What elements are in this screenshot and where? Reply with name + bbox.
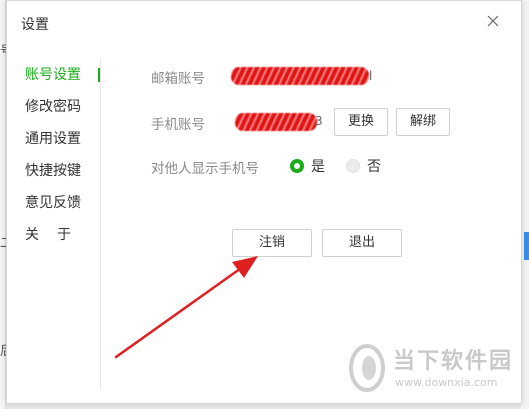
- show-phone-label: 对他人显示手机号: [151, 161, 259, 177]
- phone-value-redacted: [235, 113, 317, 131]
- show-phone-yes-radio[interactable]: [290, 159, 304, 173]
- watermark-logo-icon: [349, 344, 385, 392]
- dialog-title: 设置: [21, 17, 49, 33]
- unbind-phone-button[interactable]: 解绑: [396, 108, 450, 136]
- sidebar-item-shortcuts[interactable]: 快捷按键: [7, 155, 100, 187]
- show-phone-yes-label: 是: [311, 159, 325, 175]
- show-phone-no-radio[interactable]: [346, 159, 360, 173]
- close-icon[interactable]: [485, 13, 501, 29]
- email-label: 邮箱账号: [151, 71, 205, 87]
- watermark: 当下软件园 www.downxia.com: [347, 343, 519, 399]
- sidebar-item-account-settings[interactable]: 账号设置: [7, 59, 100, 91]
- phone-label: 手机账号: [151, 117, 205, 133]
- watermark-url: www.downxia.com: [395, 376, 498, 389]
- exit-button[interactable]: 退出: [322, 229, 402, 257]
- phone-value-tail: 3: [315, 114, 323, 128]
- watermark-name: 当下软件园: [393, 349, 514, 374]
- sidebar-item-change-password[interactable]: 修改密码: [7, 91, 100, 123]
- sidebar-item-feedback[interactable]: 意见反馈: [7, 187, 100, 219]
- background-scrollbar: [524, 232, 529, 260]
- sidebar-item-about[interactable]: 关于: [7, 219, 100, 251]
- settings-sidebar: 账号设置 修改密码 通用设置 快捷按键 意见反馈 关于: [7, 59, 101, 389]
- sidebar-item-general-settings[interactable]: 通用设置: [7, 123, 100, 155]
- email-value-redacted: [231, 67, 369, 85]
- email-value-tail: l: [369, 69, 373, 83]
- background-app-strip-right: [521, 0, 529, 409]
- close-icon-glyph: [487, 15, 499, 27]
- deactivate-account-button[interactable]: 注销: [232, 229, 312, 257]
- change-phone-button[interactable]: 更换: [334, 108, 388, 136]
- show-phone-no-label: 否: [367, 159, 381, 175]
